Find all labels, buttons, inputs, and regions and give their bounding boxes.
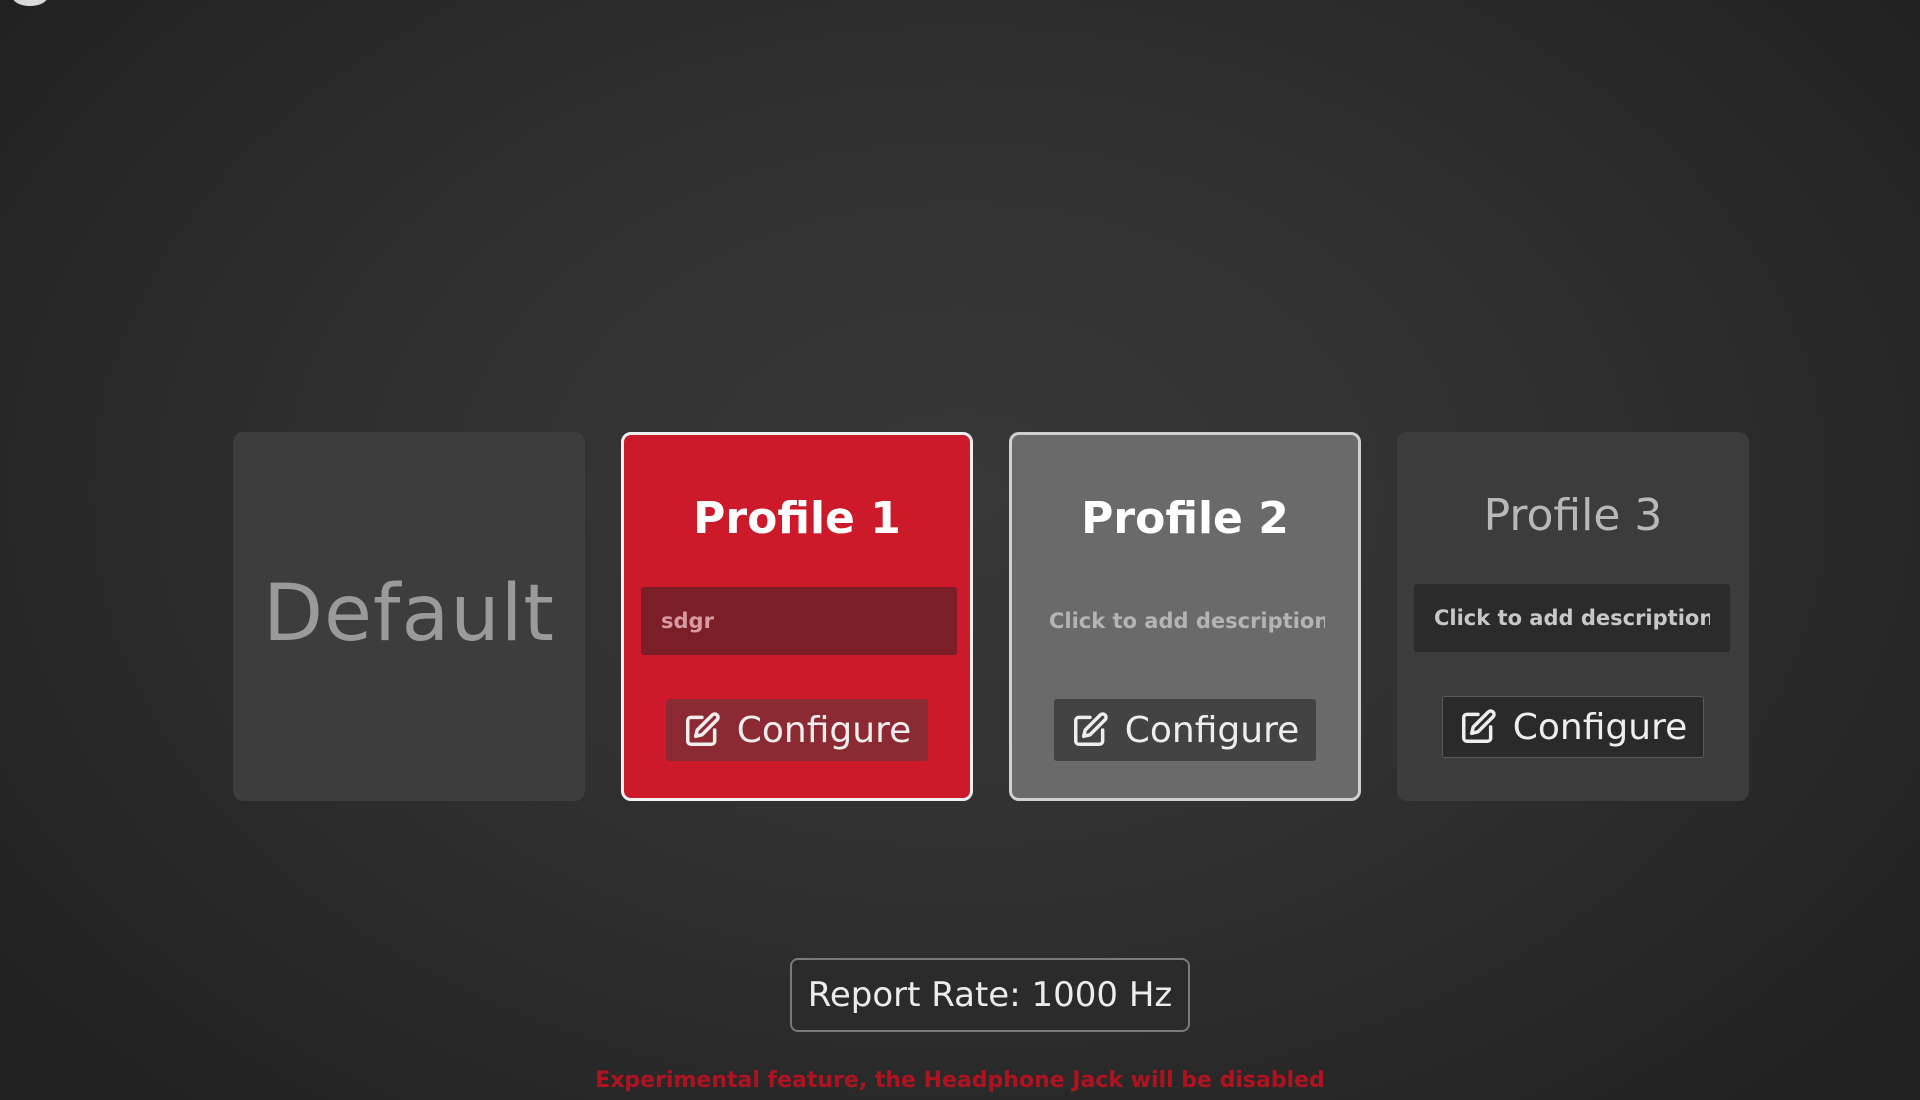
- report-rate-button[interactable]: Report Rate: 1000 Hz: [790, 958, 1190, 1032]
- edit-icon: [683, 711, 721, 749]
- profile-1-card[interactable]: Profile 1 Configure: [621, 432, 973, 801]
- edit-icon: [1459, 708, 1497, 746]
- profile-1-configure-label: Configure: [736, 709, 912, 751]
- profile-3-title: Profile 3: [1483, 490, 1663, 541]
- default-profile-title: Default: [263, 568, 555, 659]
- profile-2-card[interactable]: Profile 2 Configure: [1009, 432, 1361, 801]
- profile-cards: Default Profile 1 Configure Profile 2: [0, 432, 1920, 802]
- app-logo: [12, 0, 48, 6]
- profile-3-description-input[interactable]: [1414, 584, 1730, 652]
- profile-1-title: Profile 1: [693, 493, 901, 544]
- profile-2-configure-button[interactable]: Configure: [1054, 699, 1316, 761]
- profile-3-card[interactable]: Profile 3 Configure: [1397, 432, 1749, 801]
- profile-3-configure-label: Configure: [1512, 706, 1688, 748]
- profile-2-title: Profile 2: [1081, 493, 1289, 544]
- profile-2-description-input[interactable]: [1029, 587, 1345, 655]
- default-profile-card[interactable]: Default: [233, 432, 585, 801]
- edit-icon: [1071, 711, 1109, 749]
- report-rate-label: Report Rate: 1000 Hz: [807, 975, 1173, 1015]
- profile-1-description-input[interactable]: [641, 587, 957, 655]
- profile-2-configure-label: Configure: [1124, 709, 1300, 751]
- profile-3-configure-button[interactable]: Configure: [1442, 696, 1704, 758]
- profile-1-configure-button[interactable]: Configure: [666, 699, 928, 761]
- experimental-warning: Experimental feature, the Headphone Jack…: [595, 1068, 1325, 1093]
